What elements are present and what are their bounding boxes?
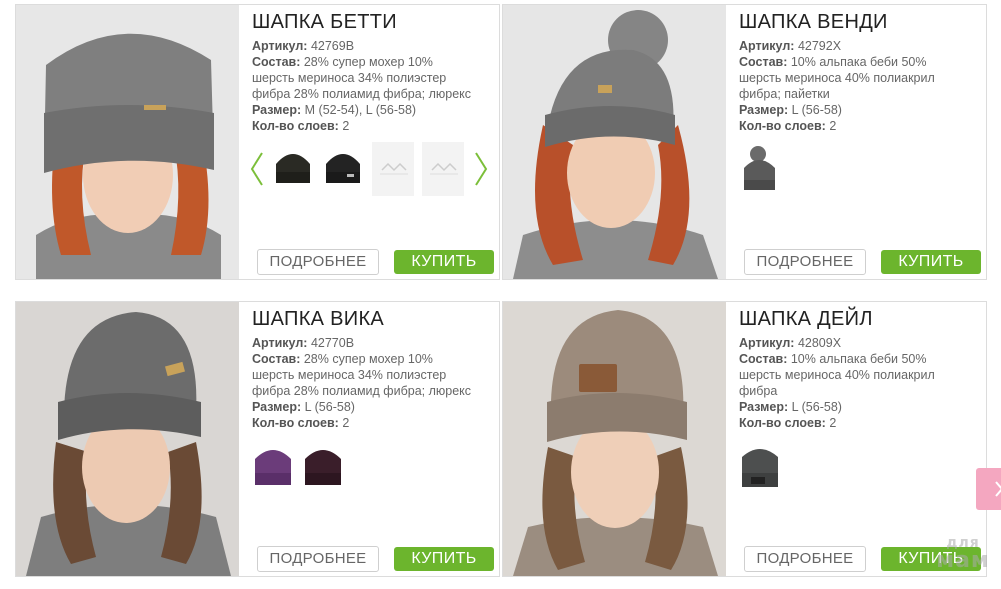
size-row: Размер: L (56-58): [252, 399, 492, 415]
article-value: 42769В: [310, 39, 355, 53]
article-label: Артикул:: [739, 39, 795, 53]
composition-line: 10% альпака беби 50%: [790, 352, 927, 366]
layers-value: 2: [342, 416, 350, 430]
buy-button[interactable]: КУПИТЬ: [881, 250, 981, 274]
layers-row: Кол-во слоев: 2: [739, 415, 979, 431]
composition-label: Состав:: [739, 352, 788, 366]
carousel-prev-arrow-icon[interactable]: [248, 149, 266, 189]
side-feedback-tab[interactable]: [976, 468, 1001, 510]
color-thumbnail-plum-hat[interactable]: [302, 439, 344, 493]
size-label: Размер:: [252, 103, 302, 117]
color-thumbnail-grey-pompom-hat[interactable]: [739, 142, 781, 196]
layers-label: Кол-во слоев:: [739, 416, 826, 430]
thumbnail-carousel: [248, 142, 496, 196]
composition-line: шерсть мериноса 40% полиакрил: [739, 368, 935, 382]
details-button[interactable]: ПОДРОБНЕЕ: [744, 546, 866, 572]
placeholder-thumbnail[interactable]: [372, 142, 414, 196]
product-title[interactable]: ШАПКА БЕТТИ: [252, 10, 492, 34]
composition-row: Состав: 28% супер мохер 10%: [252, 54, 492, 70]
composition-label: Состав:: [739, 55, 788, 69]
buy-button[interactable]: КУПИТЬ: [394, 250, 494, 274]
color-thumbnail-black-hat[interactable]: [272, 142, 314, 196]
size-value: M (52-54), L (56-58): [304, 103, 417, 117]
article-row: Артикул: 42769В: [252, 38, 492, 54]
article-value: 42792Х: [797, 39, 842, 53]
layers-value: 2: [829, 416, 837, 430]
thumbnail-list: [252, 439, 352, 493]
thumbnail-list: [739, 439, 789, 493]
layers-label: Кол-во слоев:: [252, 119, 339, 133]
details-button[interactable]: ПОДРОБНЕЕ: [257, 546, 379, 572]
article-label: Артикул:: [739, 336, 795, 350]
layers-value: 2: [829, 119, 837, 133]
layers-value: 2: [342, 119, 350, 133]
layers-row: Кол-во слоев: 2: [252, 415, 492, 431]
size-label: Размер:: [252, 400, 302, 414]
color-thumbnail-purple-hat[interactable]: [252, 439, 294, 493]
layers-row: Кол-во слоев: 2: [252, 118, 492, 134]
composition-line: 28% супер мохер 10%: [303, 55, 433, 69]
product-title[interactable]: ШАПКА ВИКА: [252, 307, 492, 331]
size-row: Размер: M (52-54), L (56-58): [252, 102, 492, 118]
product-photo[interactable]: [503, 302, 726, 576]
product-card-wendy: ШАПКА ВЕНДИ Артикул: 42792Х Состав: 10% …: [502, 4, 987, 280]
composition-line: фибра: [739, 384, 778, 398]
product-card-dale: ШАПКА ДЕЙЛ Артикул: 42809Х Состав: 10% а…: [502, 301, 987, 577]
placeholder-thumbnail[interactable]: [422, 142, 464, 196]
article-value: 42809Х: [797, 336, 842, 350]
size-row: Размер: L (56-58): [739, 102, 979, 118]
color-thumbnail-black-hat[interactable]: [322, 142, 364, 196]
product-title[interactable]: ШАПКА ВЕНДИ: [739, 10, 979, 34]
layers-label: Кол-во слоев:: [252, 416, 339, 430]
composition-row: Состав: 10% альпака беби 50%: [739, 351, 979, 367]
article-value: 42770В: [310, 336, 355, 350]
watermark-logo: для мам: [928, 536, 998, 576]
size-label: Размер:: [739, 400, 789, 414]
product-card-betty: ШАПКА БЕТТИ Артикул: 42769В Состав: 28% …: [15, 4, 500, 280]
size-value: L (56-58): [791, 400, 842, 414]
size-row: Размер: L (56-58): [739, 399, 979, 415]
composition-line: шерсть мериноса 40% полиакрил: [739, 71, 935, 85]
article-row: Артикул: 42770В: [252, 335, 492, 351]
thumbnail-list: [739, 142, 789, 196]
color-thumbnail-grey-hat[interactable]: [739, 439, 781, 493]
composition-line: 28% супер мохер 10%: [303, 352, 433, 366]
article-label: Артикул:: [252, 39, 308, 53]
product-photo[interactable]: [16, 5, 239, 279]
composition-row: Состав: 10% альпака беби 50%: [739, 54, 979, 70]
details-button[interactable]: ПОДРОБНЕЕ: [744, 249, 866, 275]
composition-line: фибра 28% полиамид фибра; люрекс: [252, 384, 472, 398]
product-photo[interactable]: [16, 302, 239, 576]
size-value: L (56-58): [304, 400, 355, 414]
composition-line: фибра 28% полиамид фибра; люрекс: [252, 87, 472, 101]
composition-line: фибра; пайетки: [739, 87, 830, 101]
carousel-next-arrow-icon[interactable]: [472, 149, 490, 189]
product-title[interactable]: ШАПКА ДЕЙЛ: [739, 307, 979, 331]
buy-button[interactable]: КУПИТЬ: [394, 547, 494, 571]
composition-label: Состав:: [252, 55, 301, 69]
watermark-line-2: мам: [936, 548, 990, 573]
layers-row: Кол-во слоев: 2: [739, 118, 979, 134]
composition-line: 10% альпака беби 50%: [790, 55, 927, 69]
composition-row: Состав: 28% супер мохер 10%: [252, 351, 492, 367]
composition-line: шерсть мериноса 34% полиэстер: [252, 368, 447, 382]
product-card-vika: ШАПКА ВИКА Артикул: 42770В Состав: 28% с…: [15, 301, 500, 577]
article-row: Артикул: 42792Х: [739, 38, 979, 54]
size-label: Размер:: [739, 103, 789, 117]
composition-label: Состав:: [252, 352, 301, 366]
article-row: Артикул: 42809Х: [739, 335, 979, 351]
product-photo[interactable]: [503, 5, 726, 279]
composition-line: шерсть мериноса 34% полиэстер: [252, 71, 447, 85]
article-label: Артикул:: [252, 336, 308, 350]
size-value: L (56-58): [791, 103, 842, 117]
layers-label: Кол-во слоев:: [739, 119, 826, 133]
details-button[interactable]: ПОДРОБНЕЕ: [257, 249, 379, 275]
